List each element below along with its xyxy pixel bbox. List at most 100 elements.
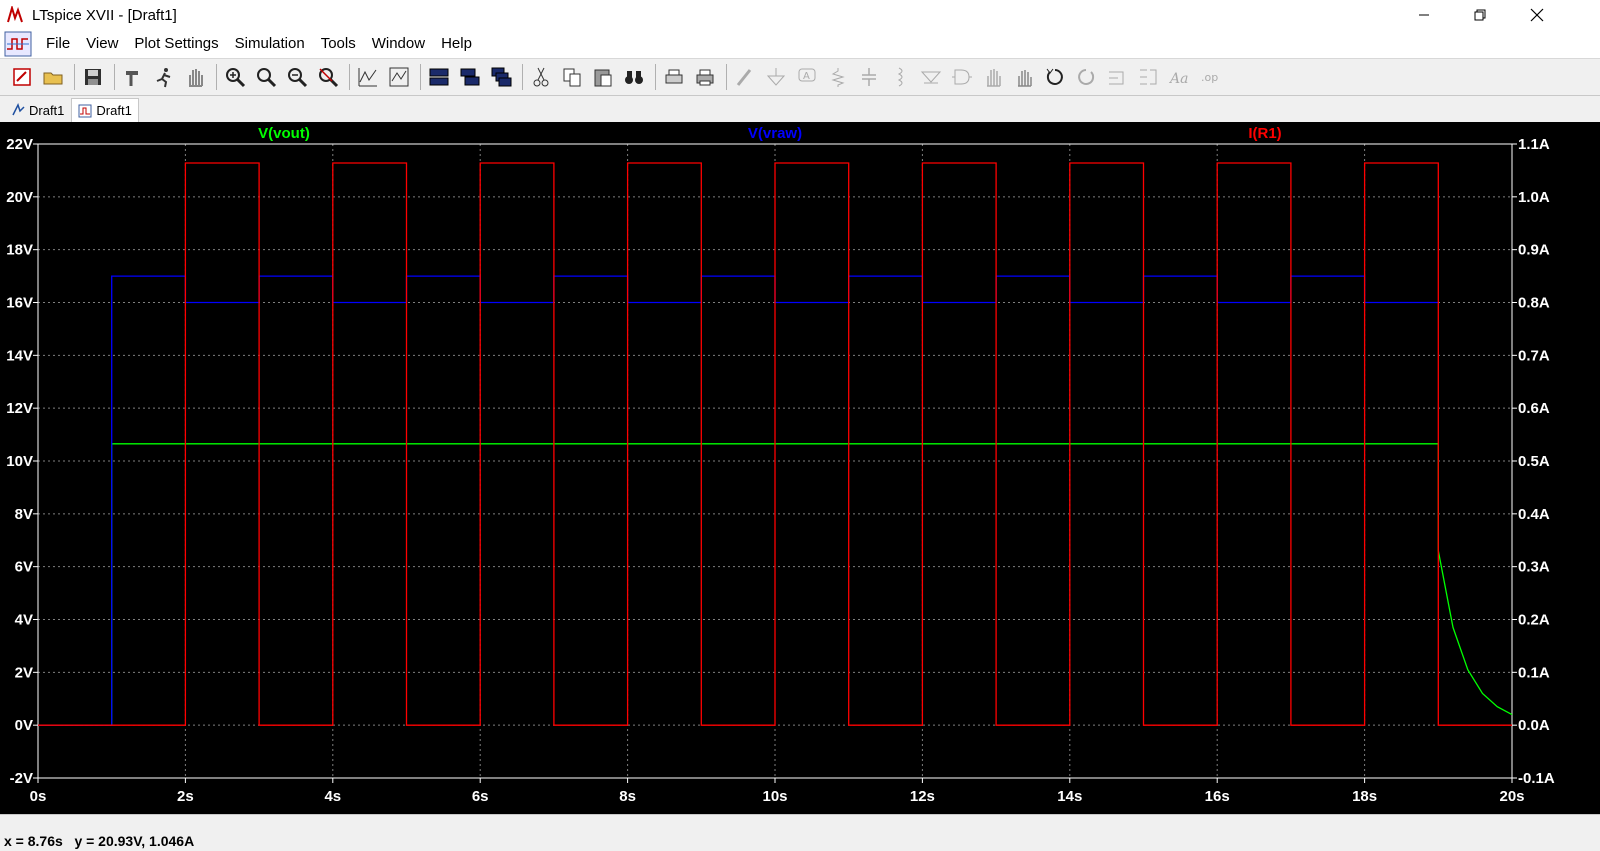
- new-schematic-icon: [13, 68, 31, 86]
- text-button[interactable]: Aa: [1165, 63, 1193, 91]
- x-tick-label: 2s: [177, 788, 194, 805]
- control-panel-button[interactable]: [119, 63, 147, 91]
- minimize-icon: [1419, 14, 1429, 16]
- trace-label[interactable]: V(vraw): [748, 125, 802, 142]
- y-right-tick-label: 1.0A: [1518, 189, 1550, 206]
- x-tick-label: 20s: [1499, 788, 1524, 805]
- hand-icon: [189, 69, 203, 87]
- rotate-button[interactable]: [1103, 63, 1131, 91]
- run-button[interactable]: [150, 63, 178, 91]
- tab-schematic-draft1[interactable]: Draft1: [4, 98, 71, 122]
- print-preview-button[interactable]: [660, 63, 688, 91]
- plot-settings-button[interactable]: [385, 63, 413, 91]
- printer-icon: [696, 69, 714, 86]
- zoom-icon: [257, 68, 277, 88]
- draw-wire-button[interactable]: [731, 63, 759, 91]
- menu-plot-settings[interactable]: Plot Settings: [126, 30, 226, 58]
- ltspice-app-icon: [7, 6, 23, 23]
- new-schematic-button[interactable]: [8, 63, 36, 91]
- mirror-button[interactable]: [1134, 63, 1162, 91]
- cascade-icon: [491, 67, 512, 87]
- capacitor-button[interactable]: [855, 63, 883, 91]
- y-left-tick-label: 8V: [15, 506, 33, 523]
- redo-button[interactable]: [1072, 63, 1100, 91]
- svg-text:.op: .op: [1201, 71, 1218, 84]
- tile-horizontal-button[interactable]: [425, 63, 453, 91]
- menu-window[interactable]: Window: [364, 30, 433, 58]
- component-button[interactable]: [948, 63, 976, 91]
- autorange-button[interactable]: [354, 63, 382, 91]
- inductor-button[interactable]: [886, 63, 914, 91]
- waveform-plot-pane[interactable]: 0s 2s 4s 6s 8s 10s 12s 14s 16s 18s 20s 22V 20V 18V 16V…: [0, 122, 1600, 814]
- close-button[interactable]: [1514, 0, 1560, 30]
- cascade-button[interactable]: [487, 63, 515, 91]
- x-tick-label: 8s: [619, 788, 636, 805]
- menu-file[interactable]: File: [38, 30, 78, 58]
- ground-button[interactable]: [762, 63, 790, 91]
- save-icon: [85, 69, 101, 85]
- zoom-in-button[interactable]: [221, 63, 249, 91]
- maximize-button[interactable]: [1457, 0, 1503, 30]
- y-right-tick-label: 0.5A: [1518, 453, 1550, 470]
- trace-label[interactable]: V(vout): [258, 125, 310, 142]
- tab-waveform-draft1[interactable]: Draft1: [71, 98, 139, 122]
- zoom-full-button[interactable]: [252, 63, 280, 91]
- svg-text:A: A: [803, 71, 810, 82]
- find-button[interactable]: [620, 63, 648, 91]
- tab-label: Draft1: [96, 103, 132, 118]
- minimize-button[interactable]: [1401, 0, 1447, 30]
- toolbar-separator: [522, 64, 523, 90]
- toolbar-separator: [74, 64, 75, 90]
- open-button[interactable]: [39, 63, 67, 91]
- plot-settings-icon: [389, 67, 409, 87]
- undo-icon: [1046, 68, 1063, 85]
- resistor-button[interactable]: [824, 63, 852, 91]
- ground-icon: [766, 68, 786, 86]
- tile-vertical-icon: [460, 68, 480, 86]
- zoom-out-button[interactable]: [283, 63, 311, 91]
- y-left-tick-label: 20V: [6, 189, 33, 206]
- cut-button[interactable]: [527, 63, 555, 91]
- spice-directive-button[interactable]: .op: [1196, 63, 1224, 91]
- menu-tools[interactable]: Tools: [313, 30, 364, 58]
- halt-button[interactable]: [181, 63, 209, 91]
- svg-text:Aa: Aa: [1168, 71, 1188, 87]
- drag-button[interactable]: [1010, 63, 1038, 91]
- status-bar: x = 8.76s y = 20.93V, 1.046A: [0, 814, 1600, 851]
- copy-button[interactable]: [558, 63, 586, 91]
- undo-button[interactable]: [1041, 63, 1069, 91]
- tile-horizontal-icon: [429, 68, 449, 86]
- trace-label[interactable]: I(R1): [1248, 125, 1281, 142]
- toolbar-separator: [349, 64, 350, 90]
- y-left-tick-label: 16V: [6, 295, 33, 312]
- paste-button[interactable]: [589, 63, 617, 91]
- menu-help[interactable]: Help: [433, 30, 480, 58]
- waveform-document-icon: [4, 31, 32, 57]
- resistor-icon: [831, 68, 845, 87]
- zoom-cancel-button[interactable]: [314, 63, 342, 91]
- y-left-tick-label: 12V: [6, 400, 33, 417]
- paste-icon: [594, 69, 612, 87]
- schematic-icon: [12, 103, 25, 116]
- y-right-tick-label: 0.1A: [1518, 664, 1550, 681]
- menu-simulation[interactable]: Simulation: [227, 30, 313, 58]
- toolbar: A Aa .op: [0, 58, 1600, 96]
- move-button[interactable]: [979, 63, 1007, 91]
- toolbar-separator: [216, 64, 217, 90]
- menu-bar: File View Plot Settings Simulation Tools…: [0, 30, 1600, 81]
- x-tick-label: 6s: [472, 788, 489, 805]
- print-button[interactable]: [691, 63, 719, 91]
- waveform-chart[interactable]: 0s 2s 4s 6s 8s 10s 12s 14s 16s 18s 20s 22V 20V 18V 16V…: [0, 122, 1600, 814]
- spice-directive-icon: .op: [1201, 71, 1218, 84]
- label-net-button[interactable]: A: [793, 63, 821, 91]
- y-right-tick-label: -0.1A: [1518, 770, 1555, 787]
- save-button[interactable]: [79, 63, 107, 91]
- menu-view[interactable]: View: [78, 30, 126, 58]
- trace-vvraw: [38, 275, 1439, 726]
- tile-vertical-button[interactable]: [456, 63, 484, 91]
- diode-button[interactable]: [917, 63, 945, 91]
- y-left-tick-label: 14V: [6, 347, 33, 364]
- rotate-icon: [1109, 71, 1124, 85]
- toolbar-separator: [114, 64, 115, 90]
- redo-icon: [1078, 69, 1095, 85]
